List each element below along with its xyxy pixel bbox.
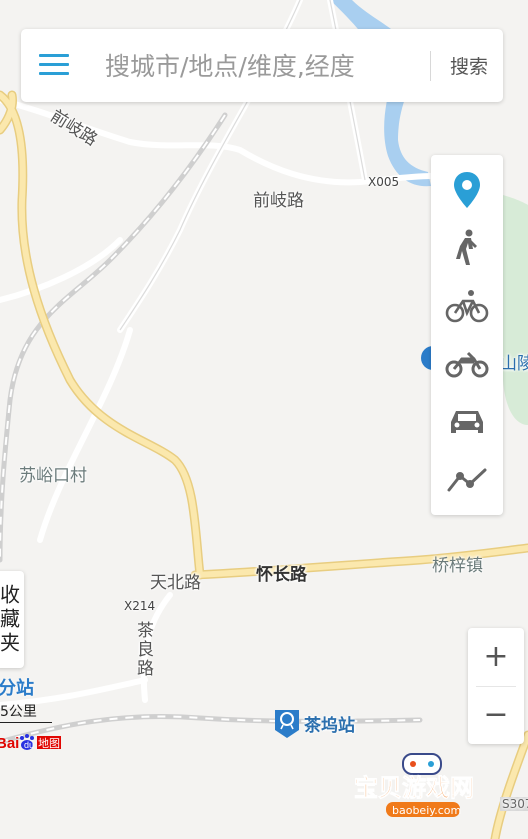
road-code-label: S307: [500, 797, 528, 811]
motorcycle-icon[interactable]: [431, 335, 503, 393]
baidu-logo-text: Bai: [0, 735, 19, 752]
svg-text:地图: 地图: [38, 737, 60, 750]
bicycle-icon[interactable]: [431, 277, 503, 335]
park-area: [503, 195, 528, 425]
travel-mode-panel: [431, 155, 503, 515]
location-pin-icon[interactable]: [431, 161, 503, 219]
station-label[interactable]: 分站: [0, 674, 34, 700]
road-label: 茶良路: [133, 621, 153, 678]
road-label: 前岐路: [253, 191, 304, 211]
scale-label: 5公里: [0, 704, 37, 720]
search-input[interactable]: [103, 43, 422, 89]
watermark-url: baobeiy.com: [392, 804, 461, 817]
favorites-tab[interactable]: 收藏夹: [0, 571, 24, 668]
menu-icon[interactable]: [39, 54, 69, 78]
metro-station-icon[interactable]: [275, 710, 299, 738]
poi-label[interactable]: 山陵: [500, 349, 528, 374]
road-code-label: X214: [124, 599, 156, 613]
car-icon[interactable]: [431, 393, 503, 451]
watermark: 宝贝游戏网 baobeiy.com: [348, 752, 498, 822]
road-label: 怀长路: [256, 565, 307, 585]
station-label[interactable]: 茶坞站: [304, 711, 355, 736]
zoom-control: + −: [468, 628, 524, 744]
walk-icon[interactable]: [431, 219, 503, 277]
baidu-logo: Bai du 地图: [0, 732, 70, 752]
road-label: 天北路: [150, 573, 201, 593]
search-button[interactable]: 搜索: [441, 45, 497, 85]
track-icon[interactable]: [431, 451, 503, 509]
road-code-label: X005: [368, 175, 400, 189]
watermark-title: 宝贝游戏网: [354, 774, 474, 802]
gamepad-icon: [402, 753, 442, 775]
zoom-out-button[interactable]: −: [468, 686, 524, 744]
village-label[interactable]: 苏峪口村: [19, 461, 87, 486]
town-label[interactable]: 桥梓镇: [432, 551, 483, 576]
zoom-in-button[interactable]: +: [468, 628, 524, 686]
search-bar: 搜索: [21, 29, 503, 102]
scale-bar: [0, 722, 52, 723]
search-divider: [430, 51, 431, 81]
svg-text:du: du: [24, 740, 34, 750]
